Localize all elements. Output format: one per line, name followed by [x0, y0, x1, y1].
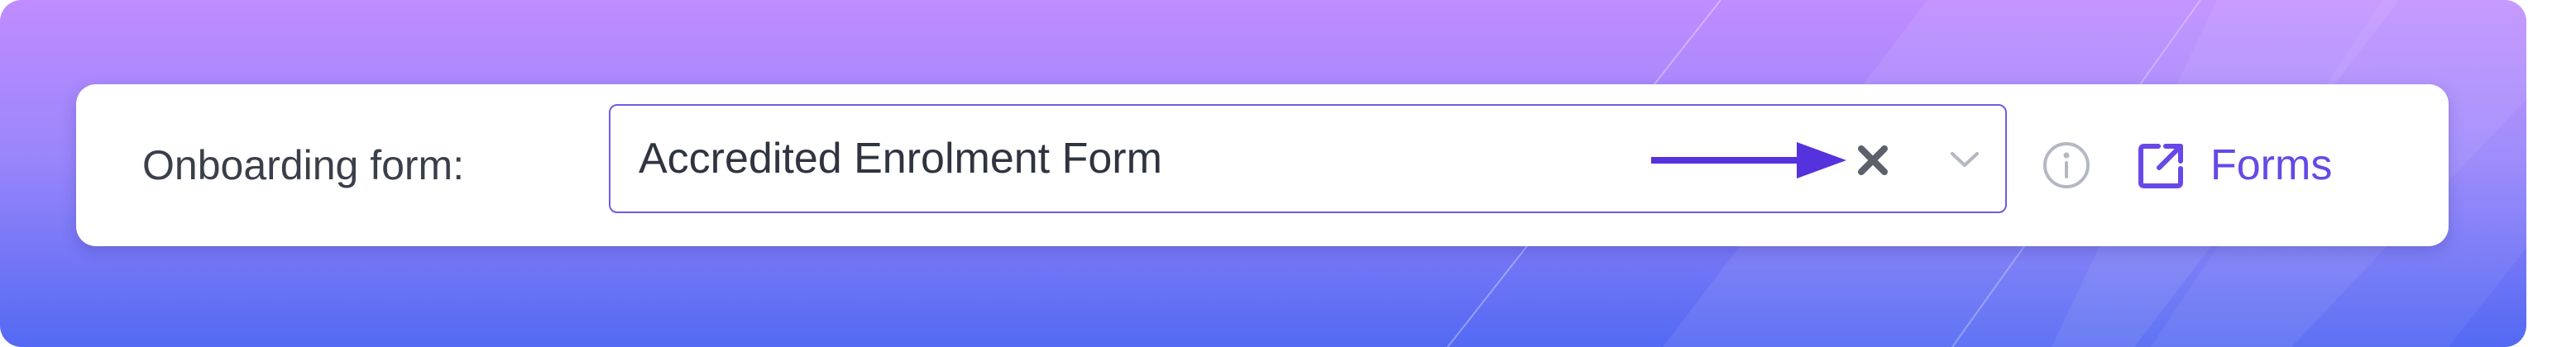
forms-link-label: Forms — [2210, 141, 2333, 189]
info-circle-icon[interactable] — [2042, 140, 2091, 190]
gradient-backdrop: Onboarding form: Accredited Enrolment Fo… — [0, 0, 2526, 347]
close-icon[interactable] — [1856, 144, 1889, 177]
chevron-down-icon[interactable] — [1949, 147, 1980, 172]
arrow-right-icon — [1651, 142, 1846, 178]
onboarding-form-label: Onboarding form: — [142, 142, 465, 188]
external-link-icon — [2138, 144, 2183, 188]
onboarding-form-card: Onboarding form: Accredited Enrolment Fo… — [76, 84, 2449, 246]
selected-form-value: Accredited Enrolment Form — [639, 135, 1162, 183]
onboarding-form-select[interactable]: Accredited Enrolment Form — [609, 104, 2007, 213]
forms-link[interactable]: Forms — [2136, 124, 2332, 207]
